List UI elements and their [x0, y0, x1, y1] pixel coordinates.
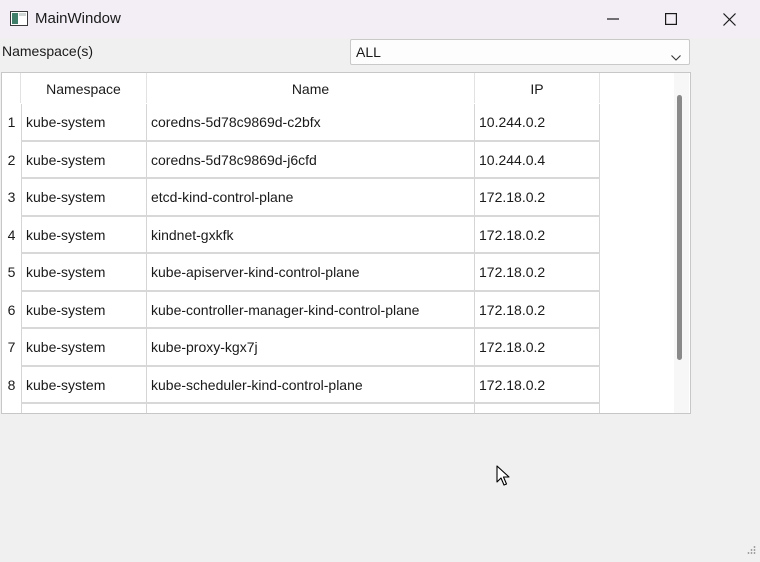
- table-row[interactable]: 6 kube-system kube-controller-manager-ki…: [2, 291, 600, 330]
- table-row[interactable]: 1 kube-system coredns-5d78c9869d-c2bfx 1…: [2, 104, 600, 142]
- pods-table[interactable]: Namespace Name IP 1 kube-system coredns-…: [1, 72, 691, 414]
- ip-cell[interactable]: 10.244.0.2: [475, 104, 600, 142]
- minimize-button[interactable]: [584, 0, 642, 38]
- row-number[interactable]: 5: [2, 254, 21, 292]
- namespace-cell[interactable]: kube-system: [21, 329, 147, 367]
- table-row[interactable]: 2 kube-system coredns-5d78c9869d-j6cfd 1…: [2, 141, 600, 180]
- maximize-icon: [665, 13, 677, 25]
- namespace-dropdown-value: ALL: [356, 44, 381, 60]
- maximize-button[interactable]: [642, 0, 700, 38]
- table-row[interactable]: 3 kube-system etcd-kind-control-plane 17…: [2, 179, 600, 217]
- row-number[interactable]: [2, 404, 21, 413]
- close-button[interactable]: [700, 0, 758, 38]
- ip-cell[interactable]: [475, 404, 600, 413]
- name-cell[interactable]: kube-scheduler-kind-control-plane: [147, 366, 475, 404]
- mouse-pointer-icon: [496, 465, 510, 490]
- ip-cell[interactable]: 172.18.0.2: [475, 366, 600, 404]
- namespace-cell[interactable]: [21, 404, 147, 413]
- table-row[interactable]: 5 kube-system kube-apiserver-kind-contro…: [2, 254, 600, 292]
- name-cell[interactable]: kindnet-gxkfk: [147, 216, 475, 254]
- name-cell[interactable]: [147, 404, 475, 413]
- column-header-name[interactable]: Name: [147, 73, 475, 103]
- column-header-ip[interactable]: IP: [475, 73, 600, 103]
- namespace-cell[interactable]: kube-system: [21, 366, 147, 404]
- ip-cell[interactable]: 172.18.0.2: [475, 329, 600, 367]
- row-number[interactable]: 6: [2, 292, 21, 330]
- scrollbar-thumb[interactable]: [677, 95, 682, 360]
- namespace-cell[interactable]: kube-system: [21, 141, 147, 179]
- name-cell[interactable]: coredns-5d78c9869d-c2bfx: [147, 104, 475, 142]
- namespace-label: Namespace(s): [2, 43, 94, 59]
- ip-cell[interactable]: 172.18.0.2: [475, 216, 600, 254]
- ip-cell[interactable]: 172.18.0.2: [475, 291, 600, 329]
- namespace-cell[interactable]: kube-system: [21, 179, 147, 217]
- table-row[interactable]: 8 kube-system kube-scheduler-kind-contro…: [2, 366, 600, 405]
- column-header-namespace[interactable]: Namespace: [21, 73, 147, 103]
- namespace-dropdown[interactable]: ALL: [350, 39, 690, 65]
- name-cell[interactable]: kube-proxy-kgx7j: [147, 329, 475, 367]
- row-number[interactable]: 4: [2, 217, 21, 255]
- window-title: MainWindow: [35, 10, 121, 27]
- namespace-cell[interactable]: kube-system: [21, 216, 147, 254]
- close-icon: [722, 12, 736, 26]
- chevron-down-icon: [671, 48, 681, 64]
- row-number[interactable]: 1: [2, 104, 21, 142]
- minimize-icon: [607, 18, 619, 20]
- row-number[interactable]: 8: [2, 367, 21, 405]
- name-cell[interactable]: kube-controller-manager-kind-control-pla…: [147, 291, 475, 329]
- row-number[interactable]: 2: [2, 142, 21, 180]
- app-window-icon: [10, 11, 28, 26]
- namespace-cell[interactable]: kube-system: [21, 291, 147, 329]
- name-cell[interactable]: coredns-5d78c9869d-j6cfd: [147, 141, 475, 179]
- title-bar[interactable]: MainWindow: [0, 0, 760, 38]
- ip-cell[interactable]: 10.244.0.4: [475, 141, 600, 179]
- table-row[interactable]: 4 kube-system kindnet-gxkfk 172.18.0.2: [2, 216, 600, 255]
- name-cell[interactable]: etcd-kind-control-plane: [147, 179, 475, 217]
- name-cell[interactable]: kube-apiserver-kind-control-plane: [147, 254, 475, 292]
- table-header: Namespace Name IP: [2, 73, 600, 103]
- row-number[interactable]: 3: [2, 179, 21, 217]
- row-number[interactable]: 7: [2, 329, 21, 367]
- namespace-cell[interactable]: kube-system: [21, 254, 147, 292]
- ip-cell[interactable]: 172.18.0.2: [475, 254, 600, 292]
- ip-cell[interactable]: 172.18.0.2: [475, 179, 600, 217]
- corner-header: [2, 73, 21, 103]
- table-row-partial[interactable]: [2, 404, 600, 413]
- table-row[interactable]: 7 kube-system kube-proxy-kgx7j 172.18.0.…: [2, 329, 600, 367]
- resize-grip-icon[interactable]: [746, 542, 756, 558]
- namespace-cell[interactable]: kube-system: [21, 104, 147, 142]
